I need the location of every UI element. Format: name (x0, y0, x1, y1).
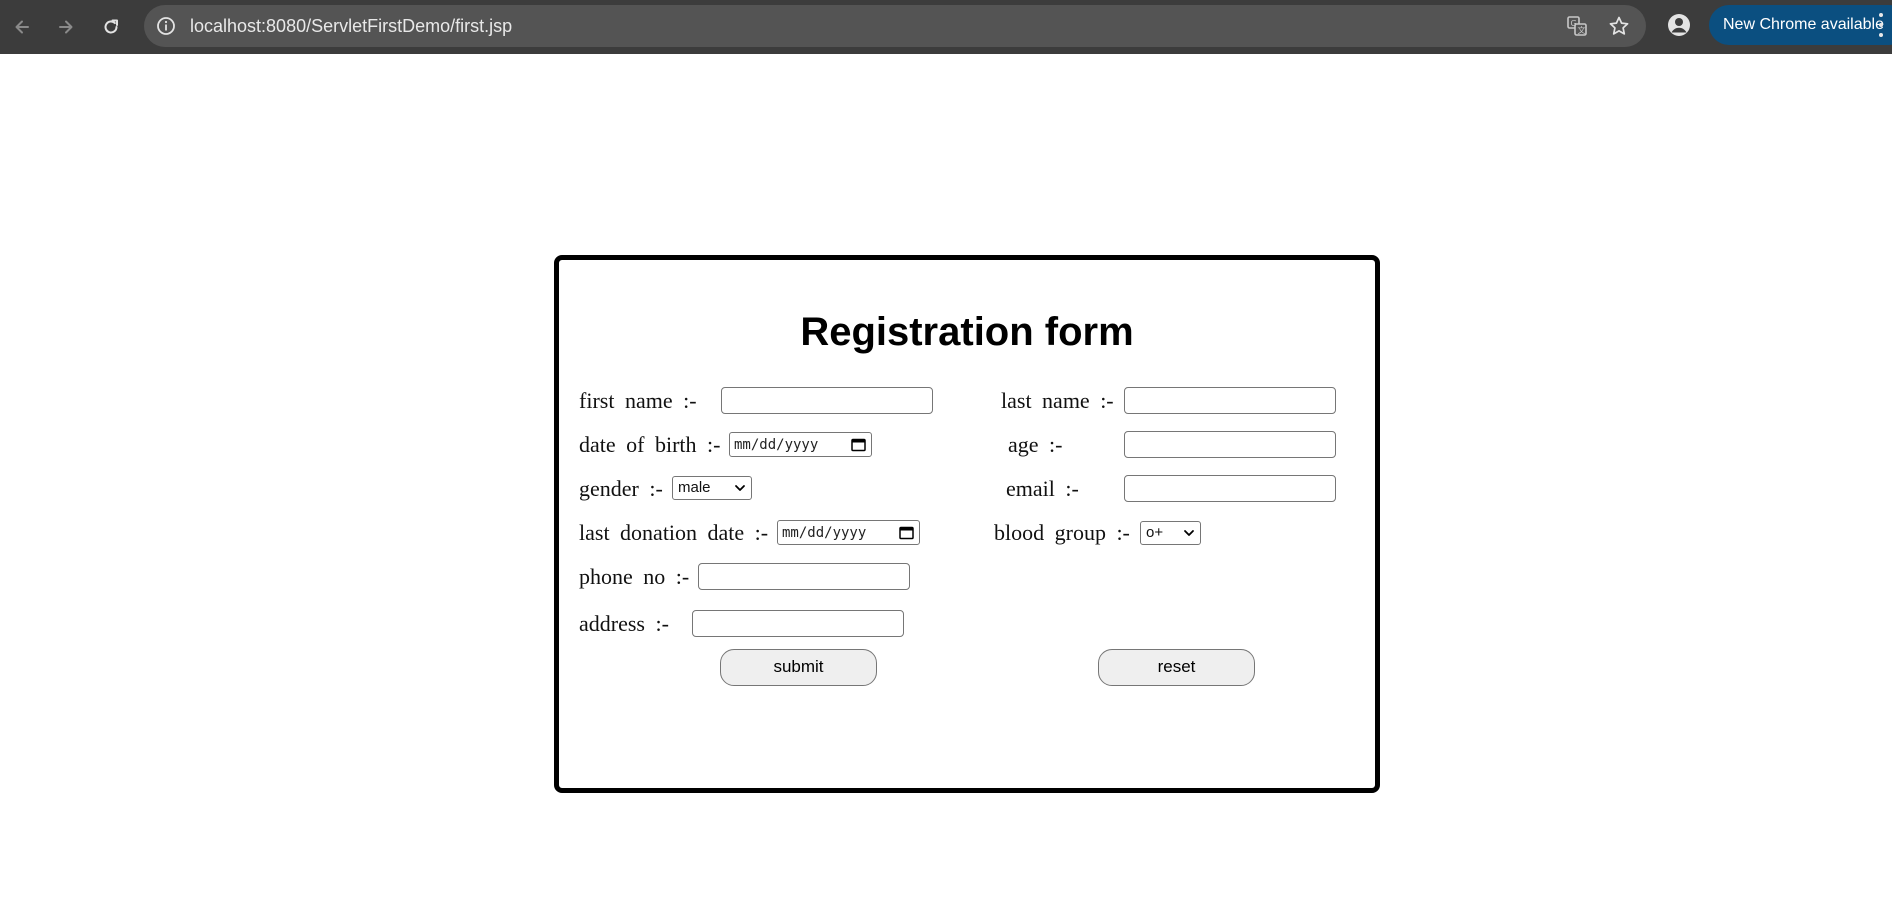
calendar-icon[interactable] (851, 437, 866, 452)
date-of-birth-label: date of birth :- (579, 432, 721, 457)
site-info-icon[interactable] (154, 14, 178, 38)
address-label: address :- (579, 611, 669, 636)
last-donation-date-placeholder: mm/dd/yyyy (782, 524, 867, 541)
translate-icon[interactable]: G 文 (1565, 14, 1589, 38)
blood-group-select[interactable]: o+ (1140, 521, 1201, 545)
email-input[interactable] (1124, 475, 1336, 502)
last-donation-date-input[interactable]: mm/dd/yyyy (777, 520, 920, 545)
calendar-icon[interactable] (899, 525, 914, 540)
date-of-birth-placeholder: mm/dd/yyyy (734, 436, 819, 453)
chevron-down-icon (735, 485, 745, 491)
bookmark-star-icon[interactable] (1607, 14, 1631, 38)
chevron-down-icon (1184, 530, 1194, 536)
new-chrome-available-button[interactable]: New Chrome available (1709, 5, 1892, 45)
address-input[interactable] (692, 610, 904, 637)
svg-text:G: G (1571, 19, 1577, 28)
registration-form: Registration form first name :- last nam… (554, 255, 1380, 793)
browser-toolbar: localhost:8080/ServletFirstDemo/first.js… (0, 0, 1892, 54)
first-name-input[interactable] (721, 387, 933, 414)
last-name-input[interactable] (1124, 387, 1336, 414)
gender-select[interactable]: male (672, 476, 752, 500)
svg-text:文: 文 (1578, 25, 1586, 35)
gender-label: gender :- (579, 476, 663, 501)
submit-button[interactable]: submit (720, 649, 877, 686)
reload-icon (104, 19, 118, 34)
phone-no-input[interactable] (698, 563, 910, 590)
age-input[interactable] (1124, 431, 1336, 458)
age-label: age :- (1008, 432, 1063, 457)
last-name-label: last name :- (1001, 388, 1114, 413)
profile-avatar-icon[interactable] (1665, 11, 1693, 39)
blood-group-selected-value: o+ (1146, 524, 1164, 541)
arrow-left-icon (15, 20, 29, 34)
reload-button[interactable] (93, 9, 129, 45)
reset-button[interactable]: reset (1098, 649, 1255, 686)
gender-selected-value: male (678, 479, 711, 496)
last-donation-date-label: last donation date :- (579, 520, 769, 545)
back-button[interactable] (4, 9, 40, 45)
first-name-label: first name :- (579, 388, 697, 413)
more-menu-icon[interactable] (1874, 13, 1888, 37)
blood-group-label: blood group :- (994, 520, 1130, 545)
address-bar[interactable]: localhost:8080/ServletFirstDemo/first.js… (144, 5, 1646, 47)
arrow-right-icon (59, 20, 73, 34)
url-text[interactable]: localhost:8080/ServletFirstDemo/first.js… (190, 5, 512, 47)
phone-no-label: phone no :- (579, 564, 690, 589)
form-title: Registration form (800, 310, 1134, 354)
email-label: email :- (1006, 476, 1079, 501)
date-of-birth-input[interactable]: mm/dd/yyyy (729, 432, 872, 457)
forward-button[interactable] (48, 9, 84, 45)
